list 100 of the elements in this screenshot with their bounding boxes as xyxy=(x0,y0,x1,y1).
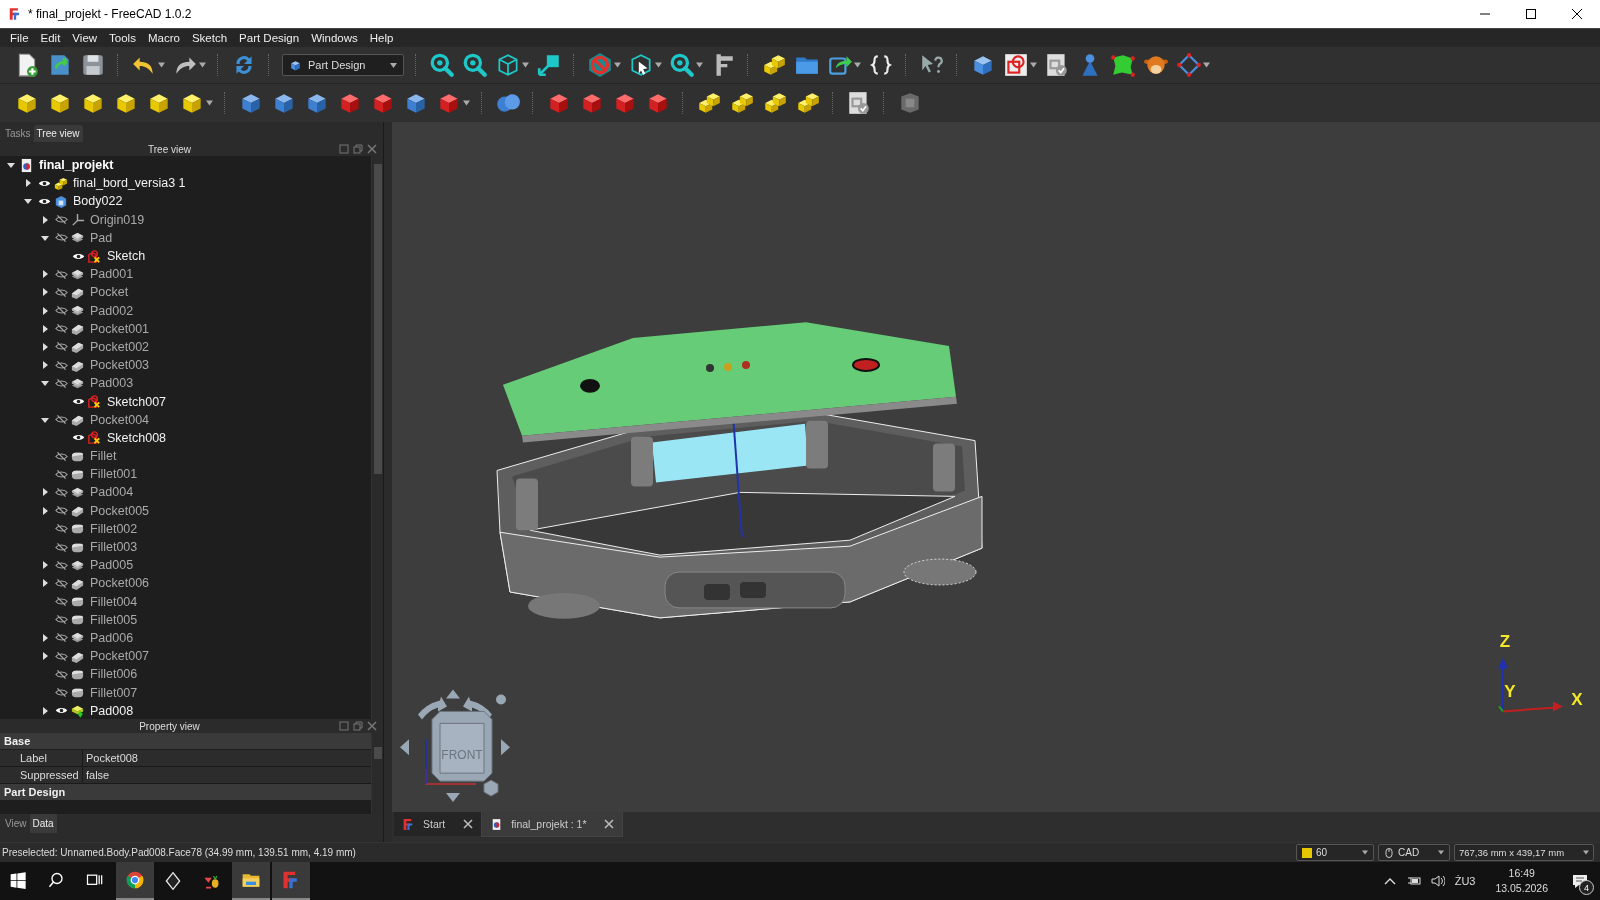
tree-item[interactable]: Sketch xyxy=(107,249,146,264)
crossed-eye-icon[interactable] xyxy=(55,649,68,663)
check-document-icon[interactable] xyxy=(1044,52,1070,78)
caret-icon[interactable] xyxy=(1030,62,1037,68)
crossed-eye-icon[interactable] xyxy=(55,686,68,700)
3d-view[interactable]: FRONT Z Y X xyxy=(392,122,1600,812)
caret-icon[interactable] xyxy=(158,62,165,68)
caret-icon[interactable] xyxy=(522,62,529,68)
caret-icon[interactable] xyxy=(463,100,470,106)
tree-item[interactable]: Fillet006 xyxy=(90,667,138,682)
document-tab[interactable]: Start xyxy=(394,812,482,836)
crossed-eye-icon[interactable] xyxy=(55,231,68,245)
magnifier-icon[interactable] xyxy=(462,52,488,78)
crossed-eye-icon[interactable] xyxy=(55,631,68,645)
tree-item[interactable]: Pocket003 xyxy=(90,358,150,373)
down-arrow-icon[interactable] xyxy=(446,793,460,803)
tree-item[interactable]: Fillet003 xyxy=(90,540,138,555)
document-tab[interactable]: final_projekt : 1* xyxy=(481,812,624,837)
caret-icon[interactable] xyxy=(655,62,662,68)
tree-item[interactable]: Sketch008 xyxy=(107,430,167,445)
crossed-eye-icon[interactable] xyxy=(55,667,68,681)
menu-item[interactable]: Edit xyxy=(34,32,67,44)
tree-item[interactable]: Pad xyxy=(90,230,113,245)
menu-item[interactable]: Macro xyxy=(141,32,186,44)
tree-item[interactable]: Pocket001 xyxy=(90,321,150,336)
tree-item[interactable]: Pocket007 xyxy=(90,649,150,664)
speaker-icon[interactable] xyxy=(1430,874,1445,888)
crossed-eye-icon[interactable] xyxy=(55,267,68,281)
blob-shape-icon[interactable] xyxy=(1110,52,1136,78)
crossed-eye-icon[interactable] xyxy=(55,540,68,554)
property-group[interactable]: Part Design xyxy=(0,784,371,801)
tree-item[interactable]: Pocket004 xyxy=(90,412,150,427)
tree-item[interactable]: Fillet004 xyxy=(90,594,138,609)
sketch-shape-icon[interactable] xyxy=(1003,52,1029,78)
blocks-icon[interactable] xyxy=(696,90,722,116)
model-drawing[interactable] xyxy=(496,322,983,619)
crossed-eye-icon[interactable] xyxy=(55,595,68,609)
panel-tab[interactable]: View xyxy=(2,814,30,833)
cube-cursor-icon[interactable] xyxy=(628,52,654,78)
crossed-eye-icon[interactable] xyxy=(55,558,68,572)
menu-item[interactable]: File xyxy=(4,32,35,44)
tree-item[interactable]: Pocket xyxy=(90,285,129,300)
language-indicator[interactable]: ŻU3 xyxy=(1454,875,1476,887)
small-cube-icon[interactable] xyxy=(483,779,499,797)
tree-item[interactable]: Pocket002 xyxy=(90,339,150,354)
workbench-dropdown[interactable]: Part Design xyxy=(282,54,404,76)
tree-item[interactable]: Fillet007 xyxy=(90,685,138,700)
windows-logo-icon[interactable] xyxy=(9,871,29,891)
caret-icon[interactable] xyxy=(854,62,861,68)
crossed-eye-icon[interactable] xyxy=(55,413,68,427)
tree-item[interactable]: Pocket006 xyxy=(90,576,150,591)
status-dropdown[interactable]: 60 xyxy=(1296,844,1374,861)
crossed-eye-icon[interactable] xyxy=(55,213,68,227)
close-icon[interactable] xyxy=(604,819,615,829)
tree-item[interactable]: Fillet001 xyxy=(90,467,138,482)
menu-item[interactable]: View xyxy=(66,32,104,44)
menu-item[interactable]: Tools xyxy=(103,32,142,44)
clock-date[interactable]: 13.05.2026 xyxy=(1495,881,1548,896)
crossed-eye-icon[interactable] xyxy=(55,376,68,390)
panel-tab[interactable]: Tree view xyxy=(33,125,83,142)
tree-item[interactable]: Fillet002 xyxy=(90,521,138,536)
caret-icon[interactable] xyxy=(1203,62,1210,68)
crossed-eye-icon[interactable] xyxy=(55,522,68,536)
crossed-eye-icon[interactable] xyxy=(55,322,68,336)
blocks-icon[interactable] xyxy=(729,90,755,116)
caret-icon[interactable] xyxy=(199,62,206,68)
crossed-eye-icon[interactable] xyxy=(55,504,68,518)
right-arrow-icon[interactable] xyxy=(501,739,510,756)
menu-item[interactable]: Sketch xyxy=(185,32,234,44)
crossed-eye-icon[interactable] xyxy=(55,358,68,372)
crossed-eye-icon[interactable] xyxy=(55,340,68,354)
property-group[interactable]: Base xyxy=(0,733,371,750)
tree-item[interactable]: Pad003 xyxy=(90,376,134,391)
status-dropdown[interactable]: CAD xyxy=(1378,844,1450,861)
menu-item[interactable]: Windows xyxy=(305,32,364,44)
caret-icon[interactable] xyxy=(206,100,213,106)
no-entry-icon[interactable] xyxy=(587,52,613,78)
panel-tab[interactable]: Data xyxy=(29,814,57,833)
tree-item[interactable]: Body022 xyxy=(73,194,123,209)
tree-item[interactable]: Pad006 xyxy=(90,630,134,645)
tree-item[interactable]: final_projekt xyxy=(39,158,114,173)
tree-item[interactable]: Pad002 xyxy=(90,303,134,318)
caret-icon[interactable] xyxy=(614,62,621,68)
blocks-icon[interactable] xyxy=(762,90,788,116)
magnifier-icon[interactable] xyxy=(429,52,455,78)
property-value[interactable]: Pocket008 xyxy=(83,750,371,766)
close-icon[interactable] xyxy=(463,819,474,829)
menu-item[interactable]: Part Design xyxy=(233,32,306,44)
save-icon[interactable] xyxy=(80,52,106,78)
tree-item[interactable]: Fillet xyxy=(90,449,117,464)
tree-item[interactable]: Fillet005 xyxy=(90,612,138,627)
chrome-icon[interactable] xyxy=(125,870,145,890)
plane-arrow-icon[interactable] xyxy=(536,52,562,78)
tree-item[interactable]: final_bord_versia3 1 xyxy=(73,176,186,191)
diamond-icon[interactable] xyxy=(1176,52,1202,78)
tree-item[interactable]: Pocket005 xyxy=(90,503,150,518)
up-arrow-icon[interactable] xyxy=(446,689,460,699)
tree-item[interactable]: Pad005 xyxy=(90,558,134,573)
crossed-eye-icon[interactable] xyxy=(55,304,68,318)
battery-plug-icon[interactable] xyxy=(1406,874,1421,888)
